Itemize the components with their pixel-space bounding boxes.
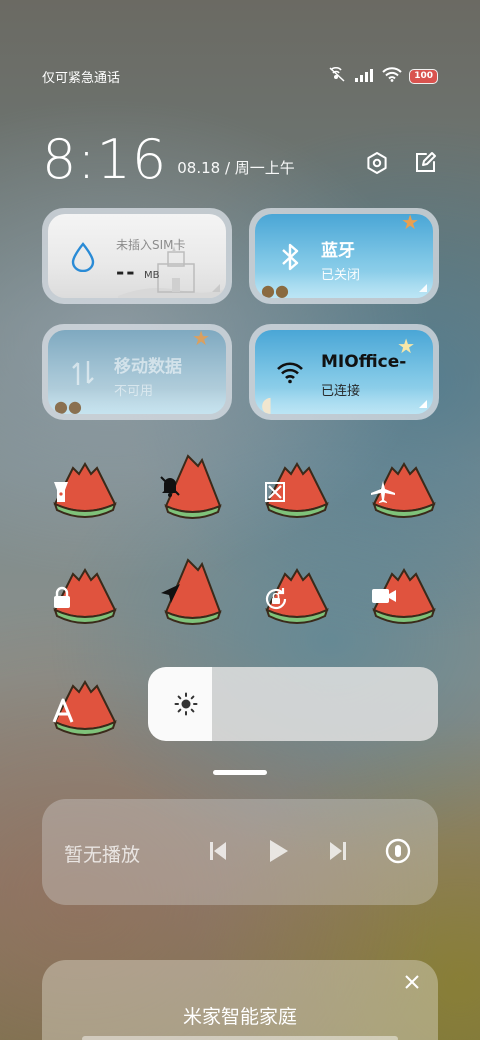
smart-home-card[interactable]: 米家智能家庭 bbox=[42, 960, 438, 1040]
bluetooth-card: ★ ●● 蓝牙 已关闭 bbox=[255, 214, 433, 298]
bluetooth-icon bbox=[275, 242, 305, 272]
data-usage-card: 未插入SIM卡 -- MB bbox=[48, 214, 226, 298]
wifi-status: 已连接 bbox=[321, 384, 361, 399]
mobile-data-icon bbox=[68, 358, 98, 388]
location-arrow-icon bbox=[158, 582, 226, 608]
carrier-text: 仅可紧急通话 bbox=[42, 70, 121, 86]
lock-screen-toggle[interactable] bbox=[51, 564, 119, 628]
sim-status: 未插入SIM卡 bbox=[116, 238, 186, 252]
shell-icon: ◖ bbox=[261, 393, 273, 414]
wifi-icon bbox=[275, 358, 305, 388]
water-drop-icon bbox=[68, 242, 98, 272]
mobile-data-status: 不可用 bbox=[114, 384, 154, 399]
bluetooth-tile[interactable]: ★ ●● 蓝牙 已关闭 bbox=[249, 208, 439, 304]
mobile-data-title: 移动数据 bbox=[114, 357, 182, 377]
media-status: 暂无播放 bbox=[64, 844, 141, 866]
rotation-lock-icon bbox=[263, 586, 331, 612]
wifi-card: ★ ◖ MIOffice- 已连接 bbox=[255, 330, 433, 414]
shell-icon: ●● bbox=[261, 281, 289, 298]
screenshot-icon bbox=[263, 480, 331, 506]
hands-free-icon bbox=[328, 66, 348, 86]
settings-icon[interactable] bbox=[364, 150, 390, 176]
starfish-icon: ★ bbox=[401, 214, 419, 234]
close-icon[interactable] bbox=[402, 972, 422, 992]
brightness-slider[interactable] bbox=[148, 667, 438, 741]
starfish-icon: ★ bbox=[192, 330, 210, 350]
header-actions bbox=[364, 150, 438, 176]
edit-icon[interactable] bbox=[412, 150, 438, 176]
data-usage-value: -- bbox=[116, 260, 137, 284]
clock: 8:16 bbox=[42, 128, 168, 191]
shell-icon: ●● bbox=[54, 397, 82, 414]
sun-icon bbox=[174, 692, 198, 716]
media-card: 暂无播放 bbox=[42, 799, 438, 905]
wifi-icon bbox=[382, 66, 402, 86]
status-icons: 100 bbox=[328, 66, 438, 86]
rotation-lock-toggle[interactable] bbox=[263, 564, 331, 628]
clock-row: 8:16 08.18 / 周一上午 bbox=[42, 120, 438, 190]
data-usage-tile[interactable]: 未插入SIM卡 -- MB bbox=[42, 208, 232, 304]
wifi-tile[interactable]: ★ ◖ MIOffice- 已连接 bbox=[249, 324, 439, 420]
letter-a-icon bbox=[51, 698, 119, 724]
expand-corner-icon bbox=[419, 284, 427, 292]
bluetooth-title: 蓝牙 bbox=[321, 241, 355, 261]
previous-icon[interactable] bbox=[204, 837, 232, 865]
smart-home-subtitle bbox=[82, 1036, 398, 1040]
status-bar: 仅可紧急通话 100 bbox=[42, 64, 438, 88]
flashlight-icon bbox=[51, 480, 119, 506]
drag-handle[interactable] bbox=[213, 770, 267, 775]
lock-icon bbox=[51, 586, 119, 612]
cast-icon[interactable] bbox=[384, 837, 412, 865]
silent-toggle[interactable] bbox=[158, 452, 226, 519]
signal-icon bbox=[355, 67, 375, 86]
screen-record-toggle[interactable] bbox=[370, 564, 438, 628]
bluetooth-status: 已关闭 bbox=[321, 268, 361, 283]
airplane-toggle[interactable] bbox=[370, 458, 438, 522]
expand-corner-icon bbox=[419, 400, 427, 408]
location-toggle[interactable] bbox=[158, 556, 226, 625]
next-icon[interactable] bbox=[324, 837, 352, 865]
data-usage-unit: MB bbox=[144, 270, 160, 281]
date: 08.18 / 周一上午 bbox=[177, 159, 295, 177]
mobile-data-tile[interactable]: ★ ●● 移动数据 不可用 bbox=[42, 324, 232, 420]
video-camera-icon bbox=[370, 586, 438, 612]
wifi-title: MIOffice- bbox=[321, 352, 407, 372]
flashlight-toggle[interactable] bbox=[51, 458, 119, 522]
auto-brightness-toggle[interactable] bbox=[51, 676, 119, 740]
bell-off-icon bbox=[158, 474, 226, 500]
battery-icon: 100 bbox=[409, 68, 438, 84]
smart-home-title: 米家智能家庭 bbox=[182, 1006, 297, 1028]
mobile-data-card: ★ ●● 移动数据 不可用 bbox=[48, 330, 226, 414]
screenshot-toggle[interactable] bbox=[263, 458, 331, 522]
airplane-icon bbox=[370, 480, 438, 506]
play-icon[interactable] bbox=[264, 837, 292, 865]
expand-corner-icon bbox=[212, 284, 220, 292]
